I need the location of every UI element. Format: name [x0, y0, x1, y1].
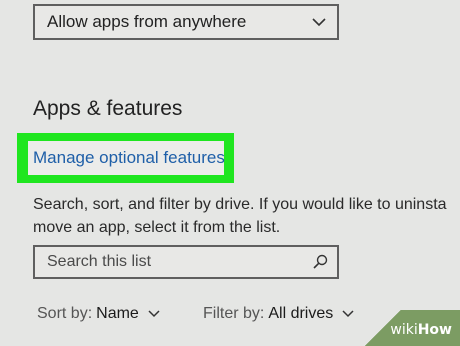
filter-label: Filter by: — [203, 305, 265, 322]
chevron-down-icon — [342, 310, 354, 318]
app-install-source-dropdown[interactable]: Allow apps from anywhere — [33, 4, 339, 40]
wikihow-watermark: wikiHow — [360, 310, 460, 346]
watermark-how: How — [417, 322, 452, 338]
filter-dropdown[interactable]: Filter by: All drives — [203, 305, 355, 323]
manage-optional-features-link[interactable]: Manage optional features — [33, 148, 225, 168]
watermark-wiki: wiki — [390, 322, 418, 338]
chevron-down-icon — [148, 310, 160, 318]
chevron-down-icon — [312, 18, 326, 27]
search-placeholder: Search this list — [47, 253, 152, 270]
sort-value: Name — [96, 305, 139, 322]
section-description: Search, sort, and filter by drive. If yo… — [33, 193, 460, 239]
search-icon[interactable] — [311, 253, 329, 271]
section-title: Apps & features — [33, 97, 183, 120]
sort-label: Sort by: — [37, 305, 93, 322]
watermark-text: wikiHow — [390, 322, 452, 338]
sort-dropdown[interactable]: Sort by: Name — [37, 305, 161, 323]
search-input[interactable]: Search this list — [33, 245, 339, 279]
description-line-1: Search, sort, and filter by drive. If yo… — [33, 196, 447, 213]
manage-optional-features-link-container[interactable]: Manage optional features — [28, 141, 225, 175]
dropdown-label: Allow apps from anywhere — [47, 12, 247, 31]
description-line-2: move an app, select it from the list. — [33, 219, 281, 236]
filter-value: All drives — [268, 305, 334, 322]
